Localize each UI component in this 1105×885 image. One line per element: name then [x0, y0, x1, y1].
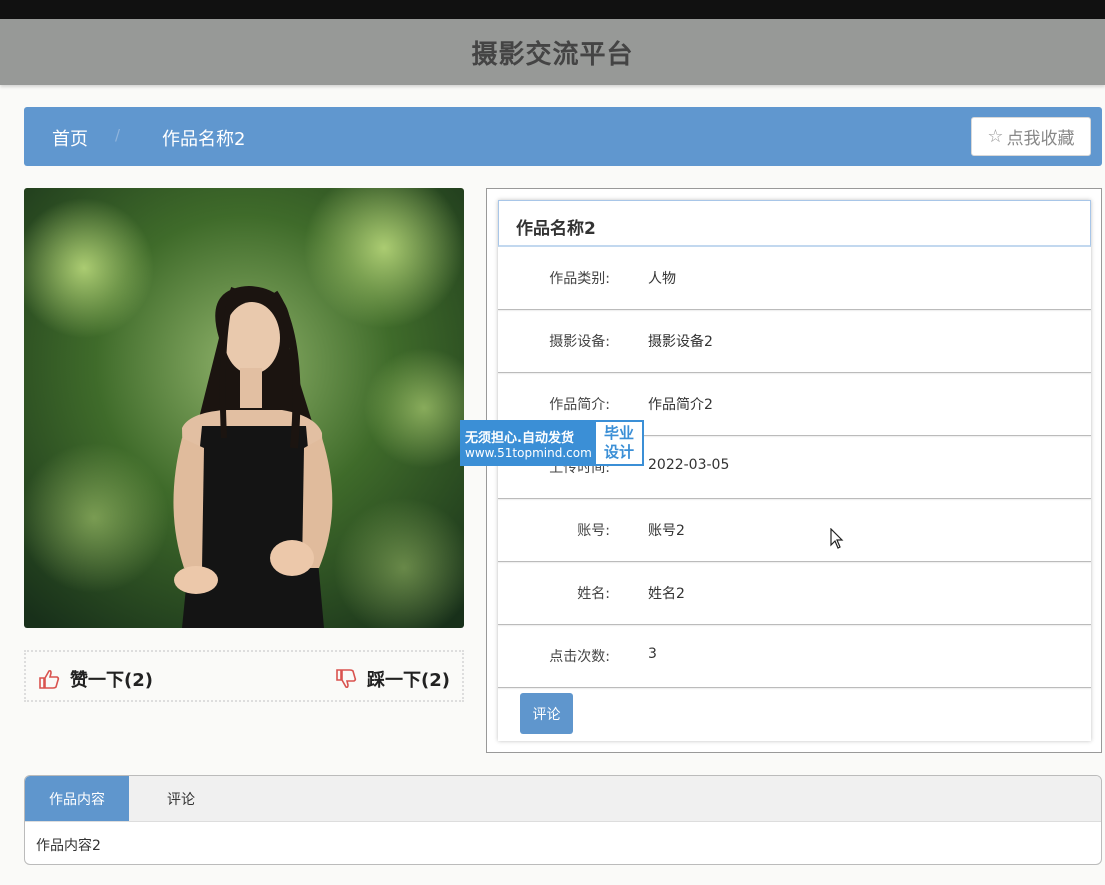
watermark-tag: 毕业 设计 [596, 422, 642, 464]
watermark-text: 无须担心.自动发货 www.51topmind.com [462, 422, 596, 464]
info-value: 摄影设备2 [648, 334, 713, 350]
favorite-label: 点我收藏 [1006, 129, 1075, 149]
work-photo-image [24, 188, 464, 628]
site-title: 摄影交流平台 [471, 39, 634, 70]
top-strip [0, 0, 1105, 19]
like-button[interactable]: 赞一下(2) [38, 666, 153, 692]
work-info-panel: 作品名称2 作品类别: 人物 摄影设备: 摄影设备2 作品简介: 作品简介2 上… [498, 200, 1091, 741]
info-value: 3 [648, 646, 657, 662]
info-label: 账号: [577, 523, 610, 539]
thumbs-up-icon [39, 669, 60, 689]
breadcrumb-current: 作品名称2 [162, 129, 246, 150]
dislike-label: 踩一下(2) [367, 670, 450, 691]
work-photo [24, 188, 464, 628]
info-value: 姓名2 [648, 586, 685, 602]
vote-box: 赞一下(2) 踩一下(2) [24, 650, 464, 702]
info-label: 点击次数: [549, 649, 610, 665]
info-value: 账号2 [648, 523, 685, 539]
breadcrumb: 首页 / 作品名称2 ☆ 点我收藏 [24, 107, 1102, 166]
work-info-container: 作品名称2 作品类别: 人物 摄影设备: 摄影设备2 作品简介: 作品简介2 上… [486, 188, 1102, 753]
info-value: 2022-03-05 [648, 457, 730, 473]
watermark-tag1: 毕业 [603, 424, 634, 442]
info-row-equipment: 摄影设备: 摄影设备2 [498, 310, 1091, 373]
info-row-category: 作品类别: 人物 [498, 247, 1091, 310]
info-label: 作品类别: [549, 271, 610, 287]
breadcrumb-separator: / [115, 126, 121, 144]
favorite-button[interactable]: ☆ 点我收藏 [971, 117, 1091, 156]
content-tabs: 作品内容 评论 作品内容2 [24, 775, 1102, 865]
site-header: 摄影交流平台 [0, 19, 1105, 85]
dislike-button[interactable]: 踩一下(2) [335, 666, 450, 692]
tab-content: 作品内容2 [36, 838, 101, 854]
breadcrumb-home-link[interactable]: 首页 [52, 125, 88, 151]
thumbs-down-icon [336, 669, 357, 689]
info-value: 作品简介2 [648, 397, 713, 413]
tab-comments[interactable]: 评论 [129, 776, 233, 821]
info-row-clicks: 点击次数: 3 [498, 625, 1091, 688]
star-outline-icon: ☆ [987, 126, 1004, 147]
like-label: 赞一下(2) [70, 670, 153, 691]
mouse-cursor-icon [830, 528, 844, 549]
info-label: 姓名: [577, 586, 610, 602]
info-value: 人物 [648, 271, 676, 287]
comment-button[interactable]: 评论 [520, 693, 573, 734]
info-row-account: 账号: 账号2 [498, 499, 1091, 562]
watermark-line2: www.51topmind.com [465, 445, 592, 460]
info-label: 作品简介: [549, 397, 610, 413]
tab-work-content[interactable]: 作品内容 [25, 776, 129, 821]
work-title: 作品名称2 [498, 200, 1091, 247]
watermark-tag2: 设计 [603, 443, 634, 461]
info-row-name: 姓名: 姓名2 [498, 562, 1091, 625]
watermark-line1: 无须担心.自动发货 [465, 430, 574, 446]
watermark-badge: 无须担心.自动发货 www.51topmind.com 毕业 设计 [460, 420, 644, 466]
tab-bar: 作品内容 评论 [25, 776, 1101, 822]
info-label: 摄影设备: [549, 334, 610, 350]
